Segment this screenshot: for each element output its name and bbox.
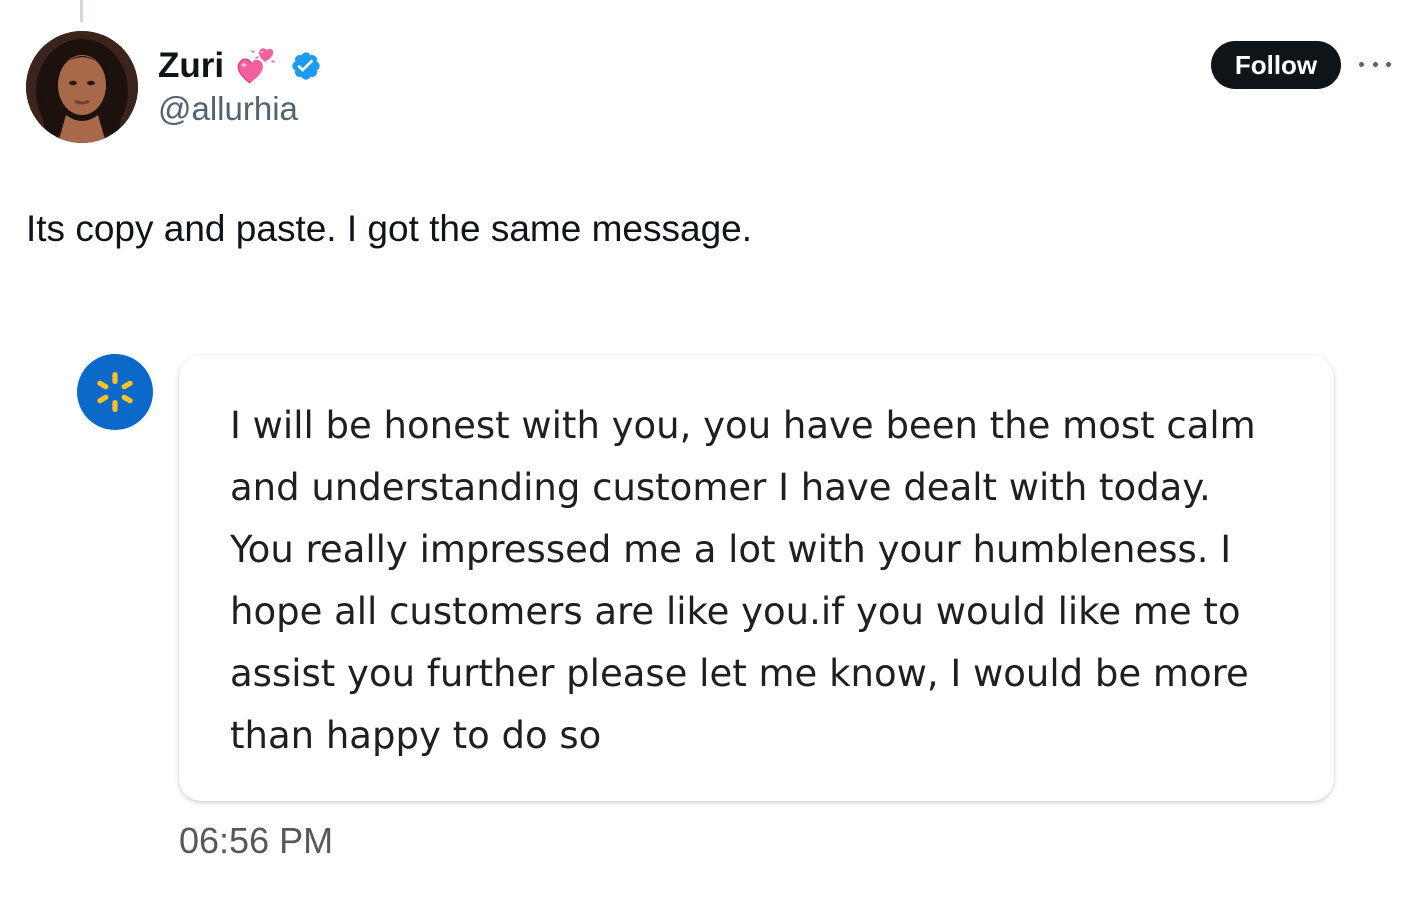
spark-icon xyxy=(97,372,133,412)
follow-button[interactable]: Follow xyxy=(1211,41,1341,89)
chat-message-bubble: I will be honest with you, you have been… xyxy=(179,355,1334,801)
tweet-text: Its copy and paste. I got the same messa… xyxy=(26,208,753,249)
thread-connector-line xyxy=(80,0,83,22)
avatar[interactable] xyxy=(26,31,138,143)
author-name-row: Zuri xyxy=(158,42,322,90)
author-handle[interactable]: @allurhia xyxy=(158,90,298,128)
display-name[interactable]: Zuri xyxy=(158,46,224,86)
message-line: I will be honest with you, you have been… xyxy=(230,404,1256,447)
chat-message-text: I will be honest with you, you have been… xyxy=(230,395,1310,767)
message-line: assist you further please let me know, I… xyxy=(230,652,1249,695)
message-line: and understanding customer I have dealt … xyxy=(230,466,1211,509)
message-timestamp: 06:56 PM xyxy=(179,820,334,861)
more-dot xyxy=(1359,61,1364,67)
verified-badge-icon xyxy=(292,52,320,80)
more-options-icon[interactable] xyxy=(1359,52,1391,76)
walmart-spark-logo xyxy=(77,354,153,430)
more-dot xyxy=(1386,61,1391,67)
message-line: You really impressed me a lot with your … xyxy=(230,528,1232,571)
two-hearts-icon xyxy=(237,48,275,84)
avatar-image xyxy=(26,31,138,143)
more-dot xyxy=(1372,61,1378,67)
message-line: hope all customers are like you.if you w… xyxy=(230,590,1241,633)
message-line: than happy to do so xyxy=(230,714,602,757)
